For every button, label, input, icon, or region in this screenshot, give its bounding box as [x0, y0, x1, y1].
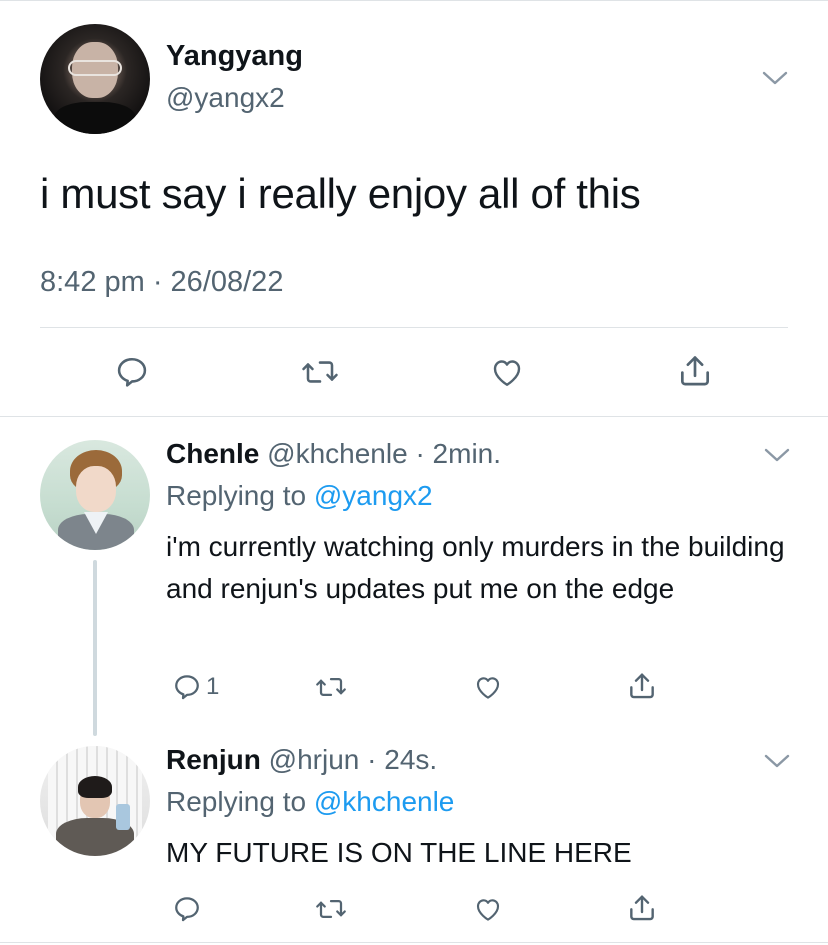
mention-link[interactable]: @yangx2 — [314, 480, 433, 511]
share-button[interactable] — [626, 892, 658, 924]
retweet-icon — [316, 900, 346, 918]
share-button[interactable] — [626, 670, 658, 702]
retweet-button[interactable] — [300, 354, 340, 390]
avatar[interactable] — [40, 440, 150, 550]
author-handle[interactable]: @khchenle — [267, 438, 408, 469]
reply-count: 1 — [206, 673, 220, 700]
reply-header: Renjun @hrjun · 24s. — [166, 744, 437, 776]
author-handle[interactable]: @yangx2 — [166, 82, 285, 114]
share-icon — [630, 895, 654, 921]
share-icon — [630, 673, 654, 699]
retweet-button[interactable] — [314, 672, 348, 702]
mention-link[interactable]: @khchenle — [314, 786, 455, 817]
replying-to: Replying to @khchenle — [166, 786, 454, 818]
chevron-down-icon[interactable] — [762, 70, 788, 86]
retweet-icon — [316, 678, 346, 696]
like-button[interactable] — [488, 354, 526, 390]
reply-icon — [175, 897, 199, 922]
chevron-down-icon[interactable] — [764, 753, 790, 769]
like-icon — [493, 360, 521, 386]
retweet-icon — [302, 361, 338, 383]
author-name[interactable]: Chenle — [166, 438, 259, 469]
reply-text: MY FUTURE IS ON THE LINE HERE — [166, 837, 632, 868]
reply-time[interactable]: · 2min. — [415, 438, 501, 469]
replying-label: Replying to — [166, 786, 307, 817]
bottom-divider — [0, 942, 828, 943]
reply-button[interactable]: 1 — [172, 672, 219, 702]
like-icon — [476, 677, 500, 699]
avatar[interactable] — [40, 746, 150, 856]
replying-label: Replying to — [166, 480, 307, 511]
replying-to: Replying to @yangx2 — [166, 480, 433, 512]
author-name[interactable]: Renjun — [166, 744, 261, 775]
reply-text: i'm currently watching only murders in t… — [166, 531, 785, 604]
tweet-text: i must say i really enjoy all of this — [40, 170, 641, 217]
tweet-timestamp[interactable]: 8:42 pm · 26/08/22 — [40, 266, 283, 299]
like-button[interactable] — [472, 672, 504, 702]
thread-connector — [93, 560, 97, 736]
author-handle[interactable]: @hrjun — [269, 744, 360, 775]
divider — [40, 327, 788, 328]
share-button[interactable] — [676, 352, 714, 390]
reply-button[interactable] — [114, 354, 150, 390]
reply-icon — [175, 675, 199, 700]
reply-header: Chenle @khchenle · 2min. — [166, 438, 501, 470]
chevron-down-icon[interactable] — [764, 447, 790, 463]
main-tweet: Yangyang @yangx2 i must say i really enj… — [0, 0, 828, 417]
divider — [0, 416, 828, 417]
like-icon — [476, 899, 500, 921]
share-icon — [680, 356, 710, 386]
avatar[interactable] — [40, 24, 150, 134]
retweet-button[interactable] — [314, 894, 348, 924]
reply-time[interactable]: · 24s. — [367, 744, 437, 775]
reply-icon — [117, 357, 147, 387]
reply-button[interactable] — [172, 894, 202, 924]
like-button[interactable] — [472, 894, 504, 924]
author-name[interactable]: Yangyang — [166, 40, 303, 73]
